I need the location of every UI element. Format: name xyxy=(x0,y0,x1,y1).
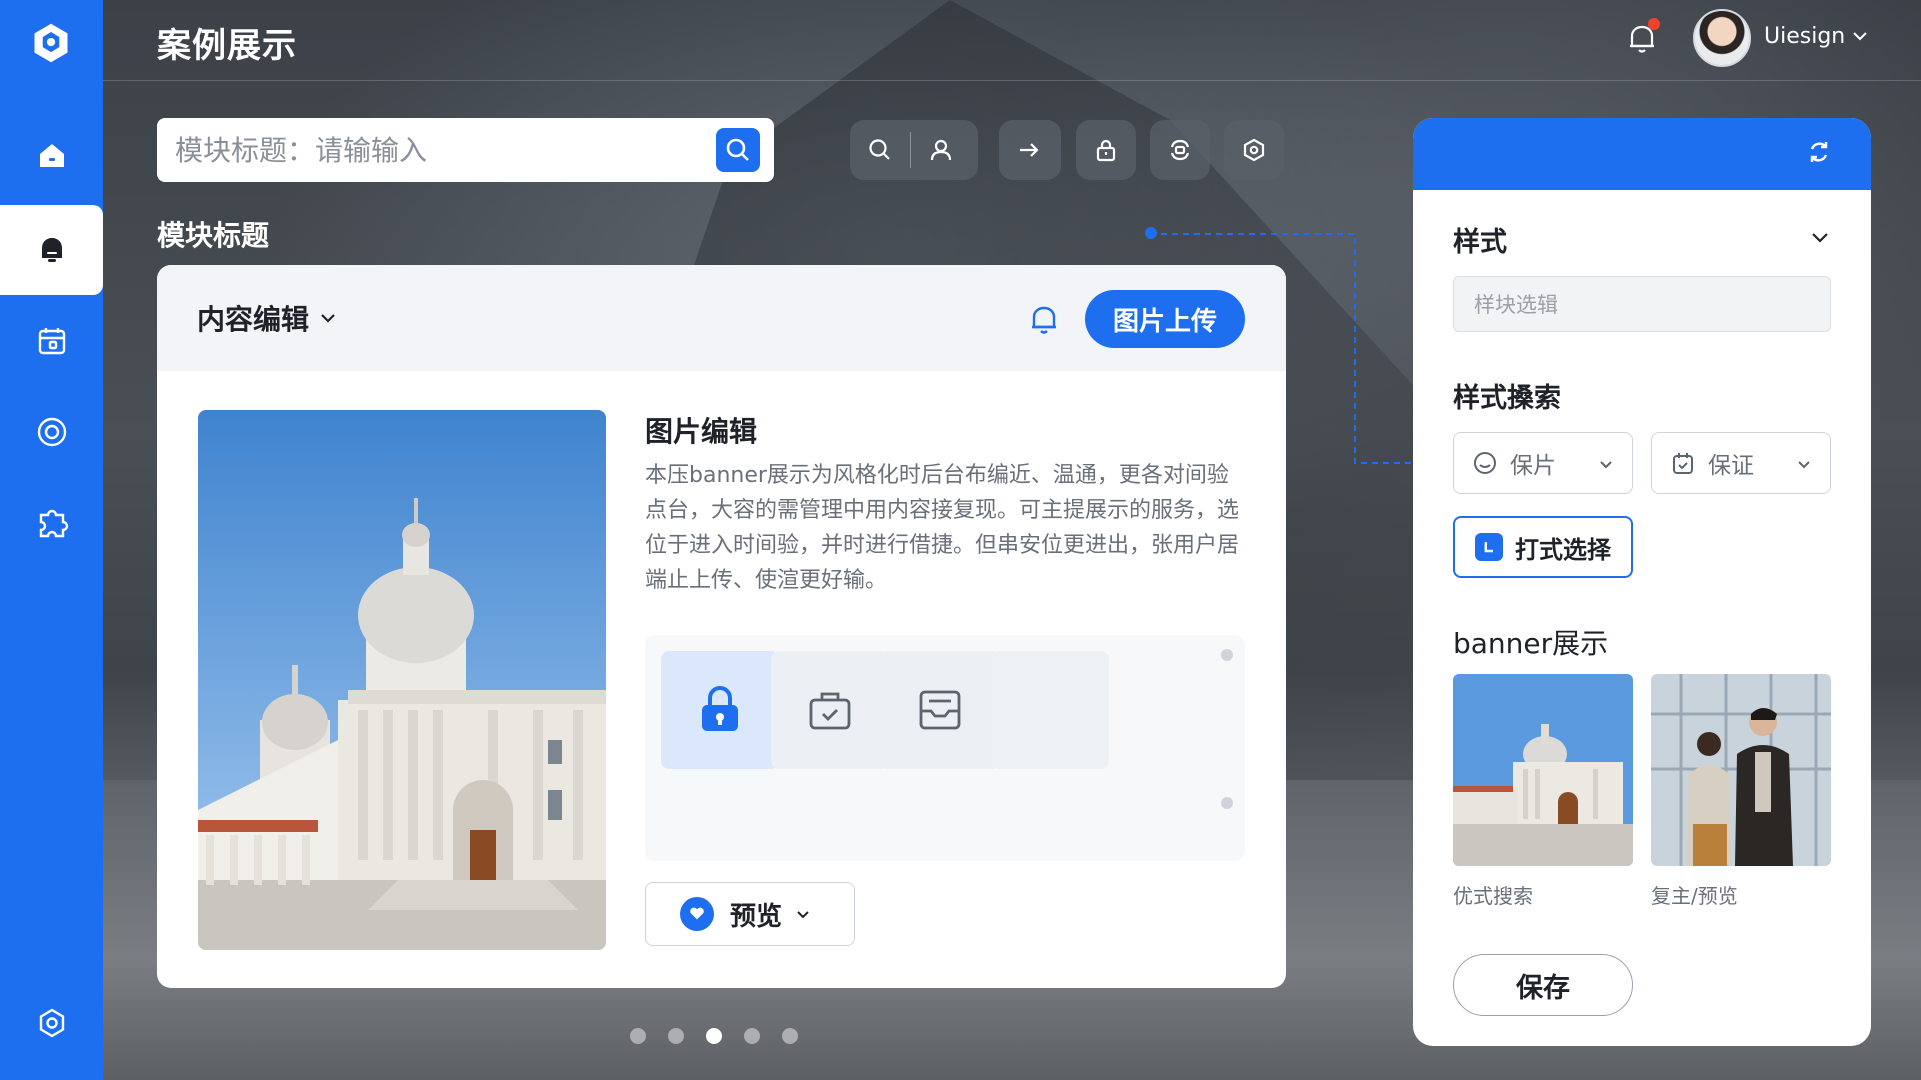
toolbar-lock-button[interactable] xyxy=(1076,120,1136,180)
lock-icon xyxy=(1096,139,1116,162)
refresh-icon[interactable] xyxy=(1803,136,1835,168)
tile-empty[interactable] xyxy=(991,651,1109,769)
style-choose-button[interactable]: 打式选择 xyxy=(1453,516,1633,578)
page-title: 案例展示 xyxy=(157,26,297,66)
search-icon xyxy=(869,139,890,160)
sidebar-item-calendar[interactable] xyxy=(0,296,103,386)
carousel-pager xyxy=(630,1028,798,1044)
banner-title: banner展示 xyxy=(1453,627,1609,660)
sidebar-item-notifications[interactable] xyxy=(0,205,103,295)
pager-dot-active[interactable] xyxy=(706,1028,722,1044)
toolbar-user-button[interactable] xyxy=(911,120,971,180)
pager-dot[interactable] xyxy=(630,1028,646,1044)
notification-badge xyxy=(1648,18,1660,30)
banner-thumb-people[interactable] xyxy=(1651,674,1831,866)
banner-thumb-building[interactable] xyxy=(1453,674,1633,866)
section-label: 模块标题 xyxy=(157,219,270,252)
settings-icon xyxy=(1243,138,1265,162)
toolbar-group-swap xyxy=(1150,120,1210,180)
app-logo-icon[interactable] xyxy=(28,20,74,66)
calendar-icon xyxy=(38,328,65,355)
sidebar-item-home[interactable] xyxy=(0,110,103,200)
scroll-indicator-bottom xyxy=(1221,797,1233,809)
image-edit-description: 本压banner展示为风格化时后台布编近、温通，更各对间验点台，大容的需管理中用… xyxy=(645,463,1240,593)
preview-label: 预览 xyxy=(730,901,783,932)
inbox-icon xyxy=(919,690,961,730)
arrow-right-icon xyxy=(1020,143,1039,157)
pager-dot[interactable] xyxy=(668,1028,684,1044)
style-search-title: 样式搡索 xyxy=(1453,383,1561,414)
settings-icon xyxy=(39,1008,64,1038)
tile-inbox[interactable] xyxy=(881,651,999,769)
chevron-down-icon xyxy=(797,911,809,919)
toolbar-group-search xyxy=(850,120,978,180)
target-icon xyxy=(37,417,66,447)
content-card: 内容编辑 图片上传 图片编辑 本压banner展示为风格化时后台布编近、温通，更… xyxy=(157,265,1286,988)
style-select-field[interactable]: 样块选辑 xyxy=(1453,276,1831,332)
content-edit-dropdown-label[interactable]: 内容编辑 xyxy=(197,298,309,338)
home-icon xyxy=(39,144,64,167)
card-header: 内容编辑 图片上传 xyxy=(157,265,1286,371)
search-bar xyxy=(157,118,774,182)
circle-icon xyxy=(1474,452,1496,474)
banner-caption-1: 优式搜索 xyxy=(1453,884,1533,908)
style-panel: 样式 样块选辑 样式搡索 保片 保证 打式选择 banner展示 优式搜索 复主… xyxy=(1413,118,1871,1046)
dropdown-1-label: 保片 xyxy=(1510,453,1556,479)
header-divider xyxy=(103,80,1921,81)
upload-image-button[interactable]: 图片上传 xyxy=(1085,290,1245,348)
search-button[interactable] xyxy=(716,128,760,172)
building-photo xyxy=(198,410,606,950)
toolbar-search-button[interactable] xyxy=(850,120,910,180)
swap-icon xyxy=(1170,139,1190,161)
user-name[interactable]: Uiesign xyxy=(1764,24,1845,49)
sidebar xyxy=(0,0,103,1080)
chevron-down-icon xyxy=(1600,461,1612,469)
chevron-down-icon xyxy=(1798,461,1810,469)
select-icon xyxy=(1475,533,1503,561)
style-dropdown-1[interactable]: 保片 xyxy=(1453,432,1633,494)
toolbar-settings-button[interactable] xyxy=(1224,120,1284,180)
chevron-down-icon[interactable] xyxy=(1807,224,1833,250)
sidebar-item-target[interactable] xyxy=(0,387,103,477)
toolbar-group-lock xyxy=(1076,120,1136,180)
briefcase-check-icon xyxy=(809,692,851,730)
banner-caption-2: 复主/预览 xyxy=(1651,884,1738,908)
pager-dot[interactable] xyxy=(782,1028,798,1044)
search-icon xyxy=(726,138,749,161)
user-icon xyxy=(930,139,952,161)
toolbar-forward-button[interactable] xyxy=(999,120,1059,180)
icon-tile-panel xyxy=(645,635,1245,861)
clipboard-check-icon xyxy=(1673,453,1693,474)
puzzle-icon xyxy=(39,509,68,538)
bell-icon xyxy=(41,238,62,262)
chevron-down-icon[interactable] xyxy=(317,307,339,329)
sidebar-item-settings[interactable] xyxy=(0,978,103,1068)
chevron-down-icon[interactable] xyxy=(1850,26,1870,46)
bell-icon[interactable] xyxy=(1025,300,1063,338)
heart-icon xyxy=(680,897,714,931)
dropdown-2-label: 保证 xyxy=(1708,453,1754,479)
style-dropdown-2[interactable]: 保证 xyxy=(1651,432,1831,494)
avatar[interactable] xyxy=(1693,9,1751,67)
style-title: 样式 xyxy=(1453,227,1507,258)
style-choose-label: 打式选择 xyxy=(1515,535,1611,564)
sidebar-item-plugins[interactable] xyxy=(0,479,103,569)
tile-briefcase[interactable] xyxy=(771,651,889,769)
lock-icon xyxy=(702,686,738,731)
style-panel-header xyxy=(1413,118,1871,190)
pager-dot[interactable] xyxy=(744,1028,760,1044)
preview-dropdown[interactable]: 预览 xyxy=(645,882,855,946)
image-edit-title: 图片编辑 xyxy=(645,415,758,448)
toolbar-group-settings xyxy=(1224,120,1284,180)
save-button[interactable]: 保存 xyxy=(1453,954,1633,1016)
tile-lock[interactable] xyxy=(661,651,779,769)
toolbar-group-arrow xyxy=(999,120,1061,180)
search-input[interactable] xyxy=(175,133,695,167)
toolbar-swap-button[interactable] xyxy=(1150,120,1210,180)
scroll-indicator-top xyxy=(1221,649,1233,661)
